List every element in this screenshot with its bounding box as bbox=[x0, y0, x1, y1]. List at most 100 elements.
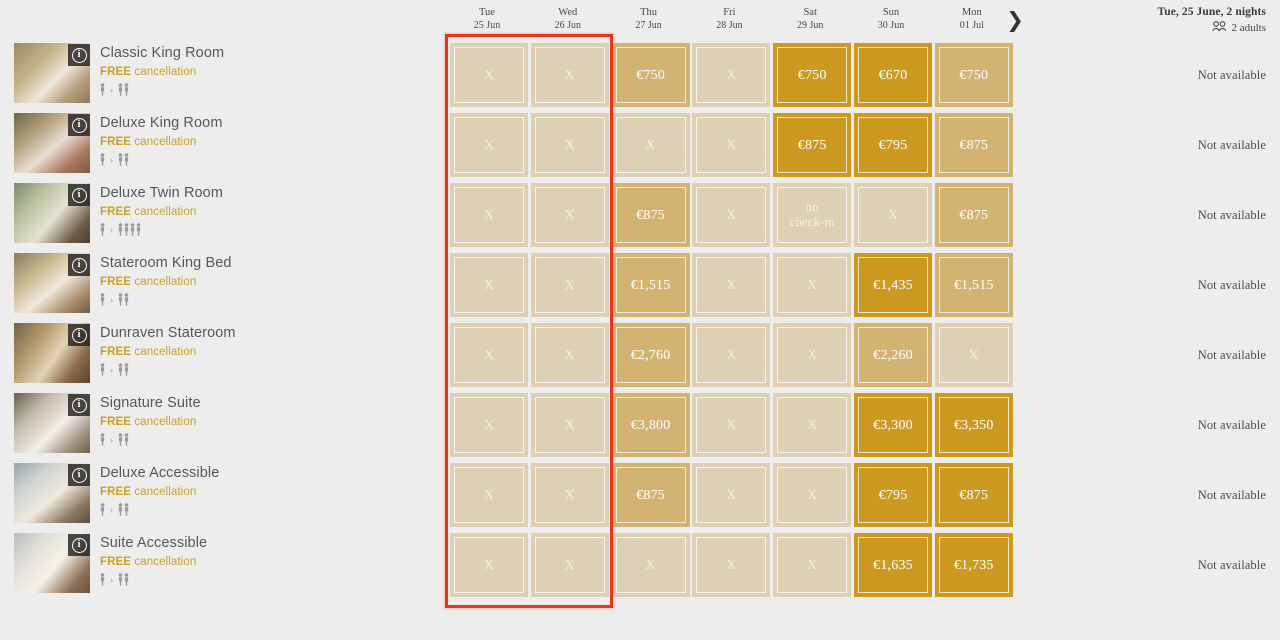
room-thumbnail[interactable]: i bbox=[14, 533, 90, 593]
rate-cell[interactable]: €1,515 bbox=[611, 253, 690, 317]
rate-cell-label: X bbox=[564, 207, 575, 223]
calendar-column-header[interactable]: Sat 29 Jun bbox=[770, 6, 850, 32]
free-label: FREE bbox=[100, 276, 132, 288]
rate-cell[interactable]: €875 bbox=[611, 463, 690, 527]
chevron-right-icon[interactable]: ❯ bbox=[1003, 8, 1027, 32]
rate-cell-inner: €1,515 bbox=[615, 257, 686, 313]
rate-cell-inner: X bbox=[454, 467, 524, 523]
free-cancellation-label: FREE cancellation bbox=[100, 66, 224, 78]
info-icon[interactable]: i bbox=[68, 44, 90, 66]
rate-cell[interactable]: €1,435 bbox=[854, 253, 932, 317]
occupancy-separator: › bbox=[110, 154, 113, 165]
rate-cell-inner: €3,350 bbox=[938, 397, 1009, 453]
rate-cell: no check-in bbox=[773, 183, 852, 247]
stay-dates-label: Tue, 25 June, 2 nights bbox=[1157, 6, 1266, 18]
rate-cell[interactable]: €2,760 bbox=[611, 323, 690, 387]
calendar-column-header[interactable]: Thu 27 Jun bbox=[609, 6, 689, 32]
rate-cell[interactable]: €3,300 bbox=[854, 393, 932, 457]
rate-cell[interactable]: €750 bbox=[773, 43, 852, 107]
rate-cell[interactable]: €670 bbox=[854, 43, 932, 107]
rate-cell: X bbox=[692, 253, 771, 317]
calendar-column-header[interactable]: Tue 25 Jun bbox=[447, 6, 527, 32]
rate-cell: X bbox=[450, 253, 528, 317]
rate-cell[interactable]: €875 bbox=[934, 183, 1013, 247]
room-thumbnail[interactable]: i bbox=[14, 253, 90, 313]
rate-cell[interactable]: €1,515 bbox=[934, 253, 1013, 317]
occupancy-separator: › bbox=[110, 364, 113, 375]
calendar-column-header[interactable]: Wed 26 Jun bbox=[528, 6, 608, 32]
info-icon[interactable]: i bbox=[68, 184, 90, 206]
rate-cell-label: €750 bbox=[797, 67, 827, 83]
stay-summary: Tue, 25 June, 2 nights 2 adults bbox=[1157, 6, 1266, 35]
info-icon[interactable]: i bbox=[68, 534, 90, 556]
rate-cell[interactable]: €1,635 bbox=[854, 533, 932, 597]
info-icon[interactable]: i bbox=[68, 114, 90, 136]
status-text: Not available bbox=[1197, 67, 1266, 82]
rate-cell-inner: €875 bbox=[777, 117, 848, 173]
column-day-of-week: Fri bbox=[723, 7, 736, 18]
room-row[interactable]: i Deluxe Twin Room FREE cancellation › bbox=[0, 180, 440, 250]
rate-cell-label: X bbox=[564, 277, 575, 293]
room-row[interactable]: i Signature Suite FREE cancellation › bbox=[0, 390, 440, 460]
rate-cell[interactable]: €875 bbox=[934, 463, 1013, 527]
calendar-column-header[interactable]: Fri 28 Jun bbox=[689, 6, 769, 32]
free-label: FREE bbox=[100, 556, 132, 568]
rate-cell-label: X bbox=[483, 137, 495, 153]
rate-cell[interactable]: €875 bbox=[773, 113, 852, 177]
column-date: 30 Jun bbox=[877, 20, 905, 31]
rate-cell[interactable]: €875 bbox=[611, 183, 690, 247]
rate-cell[interactable]: €795 bbox=[854, 113, 932, 177]
rate-cell-inner: X bbox=[777, 537, 848, 593]
info-icon[interactable]: i bbox=[68, 254, 90, 276]
rate-cell[interactable]: €750 bbox=[934, 43, 1013, 107]
rate-cell[interactable]: €750 bbox=[611, 43, 690, 107]
rate-cell-inner: €795 bbox=[858, 117, 928, 173]
room-meta: Suite Accessible FREE cancellation › bbox=[100, 530, 207, 586]
rate-cell-label: X bbox=[645, 137, 656, 153]
column-date: 26 Jun bbox=[554, 20, 581, 31]
room-row[interactable]: i Classic King Room FREE cancellation › bbox=[0, 40, 440, 110]
rate-cell-label: X bbox=[483, 487, 495, 503]
rate-cell-inner: X bbox=[534, 397, 605, 453]
info-icon[interactable]: i bbox=[68, 324, 90, 346]
rate-cell-inner: €1,635 bbox=[858, 537, 928, 593]
calendar-column-header[interactable]: Sun 30 Jun bbox=[851, 6, 931, 32]
occupancy-info: › bbox=[100, 293, 232, 306]
rate-cell[interactable]: €875 bbox=[934, 113, 1013, 177]
rate-cell[interactable]: €1,735 bbox=[934, 533, 1013, 597]
room-row[interactable]: i Suite Accessible FREE cancellation › bbox=[0, 530, 440, 600]
info-icon[interactable]: i bbox=[68, 394, 90, 416]
rate-cell-inner: X bbox=[615, 537, 686, 593]
guest-summary: 2 adults bbox=[1157, 21, 1266, 35]
room-thumbnail[interactable]: i bbox=[14, 393, 90, 453]
rate-cell-inner: X bbox=[696, 397, 767, 453]
cancellation-label: cancellation bbox=[134, 416, 197, 428]
rate-cell: X bbox=[530, 253, 609, 317]
rate-cell: X bbox=[450, 43, 528, 107]
rate-cell-inner: X bbox=[454, 117, 524, 173]
calendar-column-header[interactable]: Mon 01 Jul bbox=[932, 6, 1012, 32]
rate-cell[interactable]: €2,260 bbox=[854, 323, 932, 387]
status-text: Not available bbox=[1197, 137, 1266, 152]
room-row[interactable]: i Deluxe Accessible FREE cancellation › bbox=[0, 460, 440, 530]
rate-cell[interactable]: €3,350 bbox=[934, 393, 1013, 457]
rate-cell-inner: €1,735 bbox=[938, 537, 1009, 593]
room-thumbnail[interactable]: i bbox=[14, 43, 90, 103]
rate-cell-inner: €2,760 bbox=[615, 327, 686, 383]
room-row[interactable]: i Stateroom King Bed FREE cancellation › bbox=[0, 250, 440, 320]
room-row[interactable]: i Dunraven Stateroom FREE cancellation › bbox=[0, 320, 440, 390]
rate-cell-label: €750 bbox=[636, 67, 665, 83]
room-thumbnail[interactable]: i bbox=[14, 113, 90, 173]
rate-cell-inner: X bbox=[696, 467, 767, 523]
rate-cell-inner: X bbox=[454, 47, 524, 103]
occupancy-people-1 bbox=[100, 363, 105, 376]
room-thumbnail[interactable]: i bbox=[14, 463, 90, 523]
rate-cell[interactable]: €795 bbox=[854, 463, 932, 527]
rate-cell-inner: €750 bbox=[938, 47, 1009, 103]
status-text: Not available bbox=[1197, 557, 1266, 572]
rate-cell[interactable]: €3,800 bbox=[611, 393, 690, 457]
room-thumbnail[interactable]: i bbox=[14, 183, 90, 243]
room-row[interactable]: i Deluxe King Room FREE cancellation › bbox=[0, 110, 440, 180]
info-icon[interactable]: i bbox=[68, 464, 90, 486]
room-thumbnail[interactable]: i bbox=[14, 323, 90, 383]
